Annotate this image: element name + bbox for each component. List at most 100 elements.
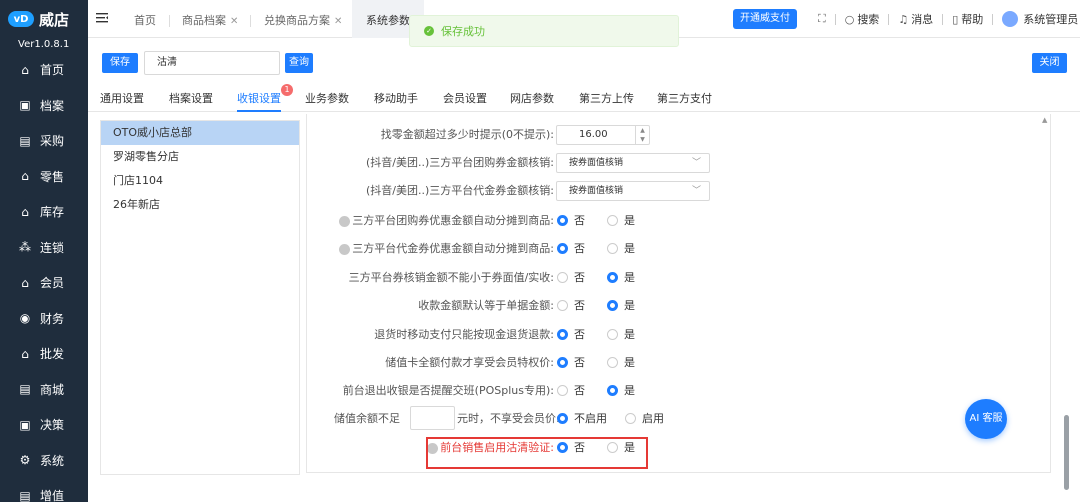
help-icon[interactable]	[339, 243, 351, 255]
radio-no[interactable]	[557, 215, 568, 226]
fullscreen-icon[interactable]: ⛶	[818, 12, 826, 26]
sidebar-item-wholesale[interactable]: ⌂ 批发	[0, 336, 88, 372]
radio-yes[interactable]	[607, 357, 618, 368]
balance-threshold-input[interactable]	[410, 406, 455, 430]
menu-toggle-icon[interactable]	[96, 12, 108, 24]
app-name: 威店	[39, 10, 70, 29]
help-icon[interactable]	[339, 215, 351, 227]
setting-row: 收款金额默认等于单据金额: 否 是	[307, 295, 1052, 317]
tab-third-party-payment[interactable]: 第三方支付	[657, 90, 712, 112]
tab-third-party-upload[interactable]: 第三方上传	[579, 90, 634, 112]
tab-member-settings[interactable]: 会员设置	[443, 90, 487, 112]
setting-row: 前台退出收银是否提醒交班(POSplus专用): 否 是	[307, 380, 1052, 402]
search-action[interactable]: ○ 搜索	[845, 11, 880, 27]
setting-row: 储值卡全额付款才享受会员特权价: 否 是	[307, 352, 1052, 374]
sidebar-item-retail[interactable]: ⌂ 零售	[0, 159, 88, 195]
messages-label: 消息	[911, 13, 934, 26]
radio-no[interactable]	[557, 243, 568, 254]
sidebar-item-inventory[interactable]: ⌂ 库存	[0, 194, 88, 230]
mall-icon: ▤	[19, 382, 31, 397]
sidebar-item-label: 首页	[40, 63, 65, 78]
sidebar-item-finance[interactable]: ◉ 财务	[0, 301, 88, 337]
finance-icon: ◉	[19, 311, 31, 326]
close-icon[interactable]: ✕	[230, 16, 238, 27]
sidebar-item-system[interactable]: ⚙ 系统	[0, 443, 88, 479]
sidebar-item-mall[interactable]: ▤ 商城	[0, 372, 88, 408]
tab-cashier-settings[interactable]: 收银设置	[237, 90, 281, 112]
balance-prefix: 储值余额不足	[334, 412, 400, 425]
radio-label: 是	[624, 299, 635, 312]
app-logo[interactable]: vD 威店	[0, 0, 88, 38]
number-stepper[interactable]: ▲ ▼	[635, 126, 649, 144]
radio-yes[interactable]	[607, 243, 618, 254]
chevron-down-icon[interactable]: ▼	[636, 135, 649, 144]
tab-online-store-params[interactable]: 网店参数	[510, 90, 554, 112]
store-list-item[interactable]: 26年新店	[101, 193, 299, 217]
sidebar: vD 威店 Ver1.0.8.1 ⌂ 首页 ▣ 档案 ▤ 采购 ⌂ 零售 ⌂ 库存 ⁂ 连锁 ⌂ 会员 ◉ 财…	[0, 0, 88, 502]
setting-label: 退货时移动支付只能按现金退货退款:	[374, 324, 554, 346]
tab-business-params[interactable]: 业务参数	[305, 90, 349, 112]
settings-form: ▲ 找零金额超过多少时提示(0不提示): 16.00 ▲ ▼ (抖音/美团..)三…	[306, 114, 1051, 473]
messages-action[interactable]: ♫ 消息	[898, 11, 933, 27]
store-list-item[interactable]: 罗湖零售分店	[101, 145, 299, 169]
sidebar-item-home[interactable]: ⌂ 首页	[0, 52, 88, 88]
field-label: 三方平台团购券优惠金额自动分摊到商品:	[352, 214, 554, 227]
sidebar-item-label: 库存	[40, 205, 65, 220]
search-label: 搜索	[857, 13, 880, 26]
radio-no[interactable]	[557, 272, 568, 283]
tab-label: 兑换商品方案	[264, 14, 330, 27]
tab-general-settings[interactable]: 通用设置	[100, 90, 144, 112]
radio-no[interactable]	[557, 385, 568, 396]
input-value: 16.00	[579, 129, 608, 140]
user-menu[interactable]: 系统管理员	[1002, 11, 1078, 27]
sidebar-item-decision[interactable]: ▣ 决策	[0, 407, 88, 443]
group-coupon-writeoff-select[interactable]: 按券面值核销 ﹀	[556, 153, 710, 173]
help-action[interactable]: ▯ 帮助	[952, 11, 983, 27]
tab-archive-settings[interactable]: 档案设置	[169, 90, 213, 112]
sidebar-item-label: 财务	[40, 311, 65, 326]
radio-yes[interactable]	[607, 300, 618, 311]
sidebar-item-archive[interactable]: ▣ 档案	[0, 88, 88, 124]
tab-label: 首页	[134, 14, 156, 27]
store-list-item[interactable]: 门店1104	[101, 169, 299, 193]
radio-no[interactable]	[557, 329, 568, 340]
inventory-icon: ⌂	[21, 204, 29, 219]
radio-label: 是	[624, 356, 635, 369]
query-button[interactable]: 查询	[285, 53, 313, 73]
open-pay-button[interactable]: 开通威支付	[733, 9, 797, 29]
close-button[interactable]: 关闭	[1032, 53, 1067, 73]
sidebar-item-chain[interactable]: ⁂ 连锁	[0, 230, 88, 266]
tab-home[interactable]: 首页	[134, 0, 156, 38]
radio-no[interactable]	[557, 357, 568, 368]
tab-exchange-plan[interactable]: 兑换商品方案 ✕	[264, 0, 342, 38]
field-label: 收款金额默认等于单据金额:	[418, 299, 554, 312]
radio-label: 是	[624, 328, 635, 341]
tab-product-archive[interactable]: 商品档案 ✕	[182, 0, 238, 38]
radio-yes[interactable]	[607, 272, 618, 283]
radio-enable[interactable]	[625, 413, 636, 424]
sidebar-item-member[interactable]: ⌂ 会员	[0, 265, 88, 301]
radio-yes[interactable]	[607, 215, 618, 226]
tab-mobile-assistant[interactable]: 移动助手	[374, 90, 418, 112]
help-label: 帮助	[961, 13, 984, 26]
chain-icon: ⁂	[19, 240, 31, 255]
ai-service-button[interactable]: AI 客服	[965, 399, 1007, 439]
scrollbar[interactable]	[1064, 415, 1069, 490]
sidebar-item-value-added[interactable]: ▤ 增值	[0, 478, 88, 502]
search-input[interactable]: 沽清	[144, 51, 280, 75]
radio-yes[interactable]	[607, 385, 618, 396]
store-list-item[interactable]: OTO威小店总部	[101, 121, 299, 145]
save-button[interactable]: 保存	[102, 53, 138, 73]
radio-yes[interactable]	[607, 329, 618, 340]
voucher-writeoff-select[interactable]: 按券面值核销 ﹀	[556, 181, 710, 201]
radio-no[interactable]	[557, 300, 568, 311]
chevron-up-icon[interactable]: ▲	[636, 126, 649, 135]
value-added-icon: ▤	[19, 488, 31, 502]
close-icon[interactable]: ✕	[334, 16, 342, 27]
change-threshold-input[interactable]: 16.00 ▲ ▼	[556, 125, 650, 145]
scroll-up-icon[interactable]: ▲	[1042, 116, 1047, 124]
radio-disable[interactable]	[557, 413, 568, 424]
notification-badge: 1	[281, 84, 293, 96]
sidebar-item-purchase[interactable]: ▤ 采购	[0, 123, 88, 159]
sidebar-item-label: 采购	[40, 134, 65, 149]
